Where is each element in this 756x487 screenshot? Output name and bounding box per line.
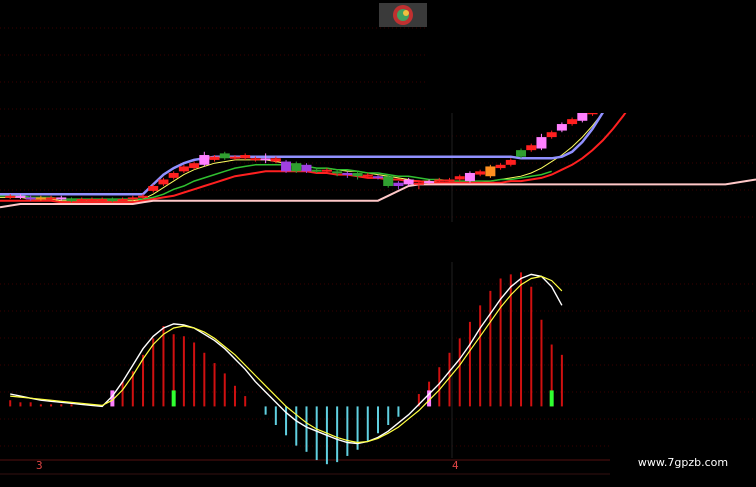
candle-body (495, 164, 506, 169)
candle-body (76, 199, 87, 202)
candle-body (332, 171, 343, 174)
candle-body (321, 169, 332, 172)
candle-body (546, 132, 557, 138)
candle-body (5, 195, 16, 198)
macd-marker (549, 390, 554, 407)
candle-body (291, 163, 302, 172)
candle-body (86, 199, 97, 202)
candle-body (475, 171, 486, 175)
candle-body (301, 164, 312, 172)
candle-body (373, 176, 383, 179)
chart-separator (0, 222, 756, 262)
watermark-text: www.7gpzb.com (610, 438, 756, 487)
candle-body (240, 155, 251, 159)
candle-body (25, 197, 36, 200)
candle-body (209, 156, 220, 160)
candle-body (362, 174, 373, 177)
candle-body (158, 179, 169, 185)
candle-body (35, 197, 46, 200)
candle-body (413, 182, 424, 185)
candle-body (260, 158, 271, 161)
candle-body (403, 179, 414, 185)
candlesticks (5, 104, 618, 203)
candle-body (97, 199, 108, 202)
candle-body (526, 145, 537, 151)
candle-body (464, 172, 475, 182)
candle-body (107, 199, 118, 202)
candle-body (434, 179, 445, 182)
candle-body (383, 176, 394, 187)
candle-body (46, 197, 57, 200)
logo-icon (379, 3, 427, 27)
candle-body (138, 195, 149, 198)
candle-body (516, 150, 527, 157)
candle-body (424, 181, 435, 184)
candle-body (127, 197, 138, 200)
candle-body (56, 197, 67, 200)
candle-body (352, 172, 363, 177)
candle-body (189, 163, 200, 169)
candle-body (311, 169, 322, 172)
candle-body (199, 155, 210, 165)
candle-body (148, 186, 159, 191)
candle-body (485, 166, 496, 177)
candle-body (556, 124, 567, 131)
candle-body (393, 182, 404, 187)
candle-body (454, 176, 465, 180)
candle-body (229, 156, 240, 159)
candle-body (342, 172, 353, 175)
candle-body (178, 166, 189, 172)
macd-panel (9, 272, 563, 465)
macd-marker (171, 390, 176, 407)
candle-body (505, 159, 516, 165)
candle-body (15, 195, 26, 198)
candle-body (567, 119, 578, 125)
candle-body (250, 158, 261, 161)
candle-body (270, 158, 281, 162)
candle-body (444, 179, 455, 182)
candle-body (536, 137, 547, 149)
candle-body (281, 161, 292, 172)
black-overlay-panel (427, 0, 756, 113)
candle-body (66, 199, 77, 202)
candle-body (168, 172, 179, 178)
candle-body (117, 199, 128, 202)
candle-body (219, 153, 230, 159)
